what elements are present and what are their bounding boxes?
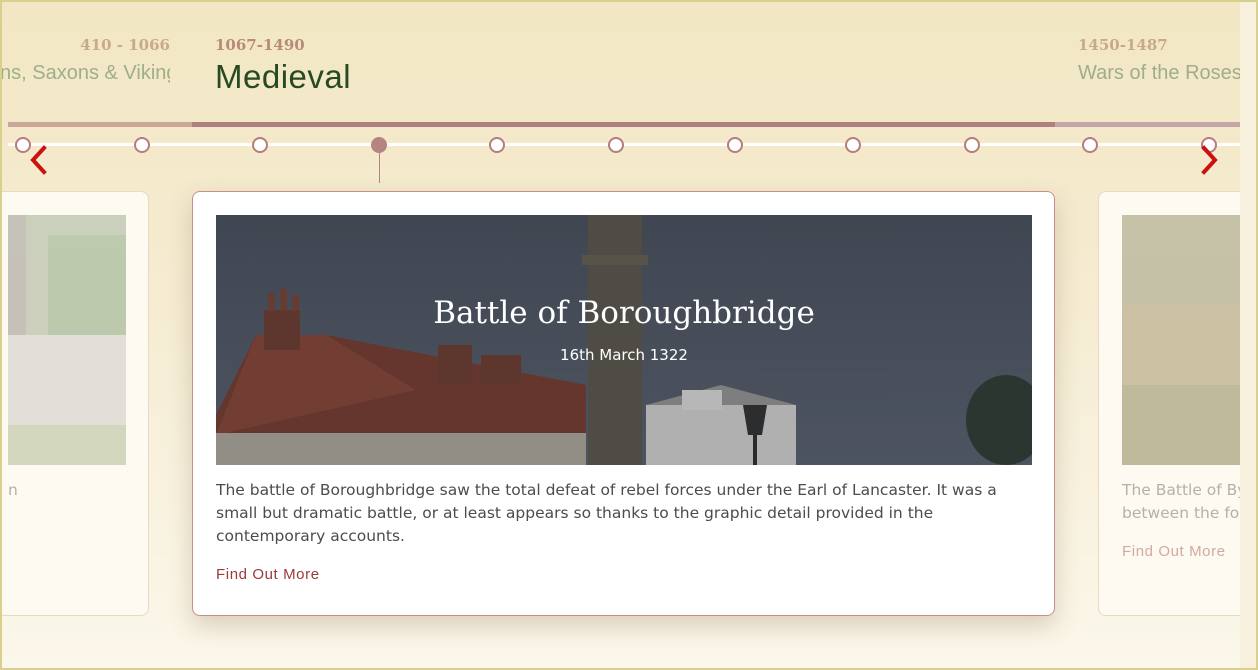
era-prev-years: 410 - 1066 xyxy=(80,36,170,54)
event-image-next xyxy=(1122,215,1240,465)
timeline-dot[interactable] xyxy=(726,137,743,153)
era-band-prev xyxy=(8,122,192,127)
event-image-previous xyxy=(8,215,126,465)
timeline-dot[interactable] xyxy=(252,137,269,153)
timeline-dot[interactable] xyxy=(1082,137,1099,153)
find-out-more-link[interactable]: Find Out More xyxy=(216,566,320,583)
era-band-next xyxy=(1055,122,1240,127)
era-current: 1067-1490 Medieval xyxy=(215,36,351,96)
event-description: The battle of Boroughbridge saw the tota… xyxy=(216,481,997,545)
event-text-previous: n xyxy=(8,481,18,499)
era-prev[interactable]: 410 - 1066 ns, Saxons & Vikings xyxy=(0,36,170,85)
previous-arrow-button[interactable] xyxy=(25,145,53,175)
find-out-more-link-next[interactable]: Find Out More xyxy=(1122,543,1226,560)
event-card: Battle of Boroughbridge 16th March 1322 … xyxy=(192,191,1055,616)
event-card-next[interactable]: The Battle of By between the for Find Ou… xyxy=(1098,191,1258,616)
event-image: Battle of Boroughbridge 16th March 1322 xyxy=(216,215,1032,465)
right-edge xyxy=(1240,0,1258,670)
era-next-years: 1450-1487 xyxy=(1078,36,1168,54)
event-text-next: The Battle of By between the for xyxy=(1122,479,1246,525)
era-current-name: Medieval xyxy=(215,58,352,95)
era-next-name: Wars of the Roses xyxy=(1078,62,1242,84)
event-text-next-line2: between the for xyxy=(1122,504,1246,522)
event-date: 16th March 1322 xyxy=(560,346,688,364)
timeline-dot[interactable] xyxy=(845,137,862,153)
timeline-dot[interactable] xyxy=(489,137,506,153)
next-arrow-button[interactable] xyxy=(1195,145,1223,175)
timeline-track xyxy=(8,143,1240,146)
timeline-dot[interactable] xyxy=(133,137,150,153)
selected-dot-connector xyxy=(379,150,380,183)
event-title: Battle of Boroughbridge xyxy=(433,295,815,331)
chevron-right-icon xyxy=(1201,145,1218,175)
era-prev-name: ns, Saxons & Vikings xyxy=(0,62,170,84)
event-card-previous[interactable]: n xyxy=(0,191,149,616)
event-text-next-line1: The Battle of By xyxy=(1122,481,1247,499)
timeline-dot[interactable] xyxy=(963,137,980,153)
timeline-dot[interactable] xyxy=(608,137,624,153)
chevron-left-icon xyxy=(30,145,47,175)
era-current-years: 1067-1490 xyxy=(215,36,305,54)
era-next[interactable]: 1450-1487 Wars of the Roses xyxy=(1078,36,1242,85)
era-band-current xyxy=(192,122,1055,127)
